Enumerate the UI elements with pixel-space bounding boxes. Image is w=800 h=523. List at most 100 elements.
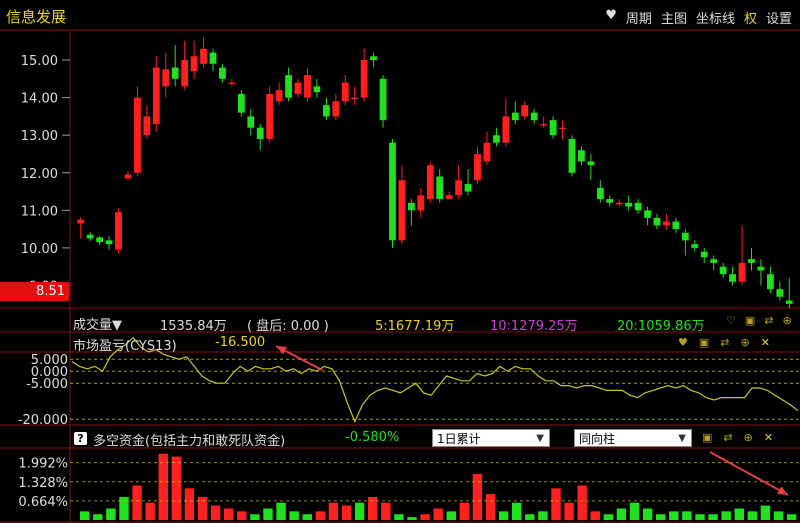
candle-body xyxy=(483,142,491,162)
candle-body xyxy=(785,300,793,304)
volume-ma10: 10:1279.25万 xyxy=(490,319,578,334)
swap-icon[interactable]: ⇄ xyxy=(764,314,773,327)
candle-body xyxy=(209,52,217,64)
candle-body xyxy=(86,234,94,239)
fund-bar xyxy=(433,508,443,520)
candle-body xyxy=(445,195,453,200)
candle-body xyxy=(511,112,519,121)
fund-bar xyxy=(656,514,666,520)
candle-body xyxy=(256,127,264,139)
candle-body xyxy=(587,161,595,166)
candle-body xyxy=(407,202,415,211)
candle-body xyxy=(124,174,132,179)
close-icon[interactable]: ✕ xyxy=(761,336,770,349)
candle-body xyxy=(77,219,85,224)
fund-bar xyxy=(237,511,247,520)
fund-indicator-label[interactable]: 多空资金(包括主力和敢死队资金) xyxy=(93,430,285,449)
fund-bar xyxy=(407,517,417,520)
fund-bar xyxy=(184,488,195,520)
close-icon[interactable]: ✕ xyxy=(764,431,773,444)
candle-body xyxy=(294,82,302,94)
fund-bar xyxy=(276,502,286,520)
volume-indicator-button[interactable]: 成交量▼ xyxy=(73,314,122,333)
candle-body xyxy=(275,90,283,102)
candle-body xyxy=(379,78,387,121)
fund-bar xyxy=(459,502,470,520)
fund-bar xyxy=(302,514,312,520)
candle-body xyxy=(228,82,236,85)
window-icon[interactable]: ▣ xyxy=(745,314,755,327)
fund-bar xyxy=(669,511,679,520)
fund-bar xyxy=(786,514,797,520)
fund-bar xyxy=(328,502,339,520)
candle-body xyxy=(644,210,651,218)
price-tick-label: 11.00 xyxy=(21,204,58,219)
candle-body xyxy=(474,153,481,181)
candle-body xyxy=(672,221,680,230)
swap-icon[interactable]: ⇄ xyxy=(723,431,732,444)
fund-bar xyxy=(394,514,404,520)
fund-bar xyxy=(132,485,142,520)
zoom-icon[interactable]: ⊕ xyxy=(741,336,750,349)
candle-body xyxy=(502,116,510,143)
fund-bar xyxy=(158,453,168,520)
candle-body xyxy=(625,202,633,207)
candle-body xyxy=(578,150,585,162)
candle-body xyxy=(105,240,113,245)
window-icon[interactable]: ▣ xyxy=(699,336,709,349)
zoom-icon[interactable]: ⊕ xyxy=(744,431,753,444)
heart-icon[interactable]: ♡ xyxy=(726,314,736,327)
candle-body xyxy=(663,221,670,226)
heart-icon[interactable]: ♥ xyxy=(678,336,688,349)
help-icon[interactable]: ? xyxy=(74,432,87,445)
fund-bar xyxy=(525,514,535,520)
fund-bar xyxy=(747,511,758,520)
period-select-value: 1日累计 xyxy=(437,432,481,446)
zoom-icon[interactable]: ⊕ xyxy=(783,314,792,327)
candle-body xyxy=(417,195,425,211)
fund-bar xyxy=(250,514,260,520)
fund-bar xyxy=(760,505,771,520)
fund-bar xyxy=(695,514,705,520)
fund-bar xyxy=(145,502,155,520)
fund-bar xyxy=(721,511,731,520)
cys-panel-controls: ♥ ▣ ⇄ ⊕ ✕ xyxy=(678,336,770,349)
period-select[interactable]: 1日累计 ▼ xyxy=(432,429,550,447)
annotation-arrow-line xyxy=(709,451,789,496)
candle-body xyxy=(710,259,718,263)
window-icon[interactable]: ▣ xyxy=(702,431,712,444)
fund-bar xyxy=(512,502,522,520)
cys-tick-label: -20.000 xyxy=(18,413,68,428)
candle-body xyxy=(237,93,245,113)
chevron-down-icon: ▼ xyxy=(678,433,686,444)
candle-body xyxy=(322,105,330,117)
fund-bar xyxy=(773,511,784,520)
cys-indicator-label[interactable]: 市场盈亏(CYS13) xyxy=(73,335,177,354)
candle-body xyxy=(426,165,434,200)
price-tick-label: 15.00 xyxy=(21,54,58,69)
fund-bar xyxy=(551,488,561,520)
fund-bar xyxy=(106,508,116,520)
candle-body xyxy=(738,262,746,282)
candle-body xyxy=(351,97,359,100)
fund-bar xyxy=(210,505,221,520)
swap-icon[interactable]: ⇄ xyxy=(720,336,729,349)
candle-body xyxy=(757,266,765,271)
candle-body xyxy=(219,67,226,79)
candle-body xyxy=(455,180,463,196)
candle-body xyxy=(389,142,396,241)
candle-body xyxy=(493,135,500,143)
candle-body xyxy=(181,60,189,87)
candle-body xyxy=(530,112,538,121)
current-price-badge: 8.51 xyxy=(0,282,69,301)
candle-body xyxy=(615,202,623,205)
fund-bar xyxy=(381,502,391,520)
bar-style-select[interactable]: 同向柱 ▼ xyxy=(574,429,692,447)
candle-body xyxy=(776,289,784,297)
chevron-down-icon: ▼ xyxy=(536,433,544,444)
candle-body xyxy=(247,116,255,128)
fund-bar xyxy=(420,514,430,520)
candle-body xyxy=(143,116,151,136)
candle-body xyxy=(134,97,141,173)
fund-bar xyxy=(590,511,600,520)
